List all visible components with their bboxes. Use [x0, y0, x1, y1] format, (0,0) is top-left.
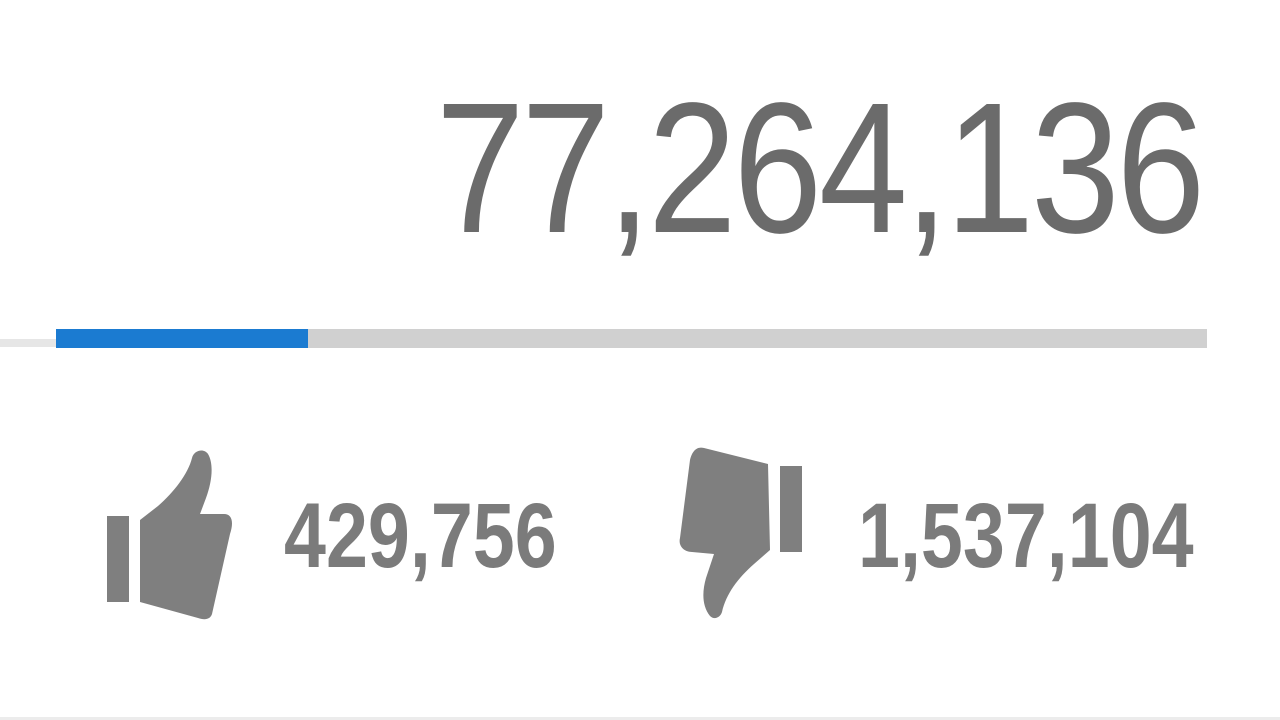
video-stats-panel: 77,264,136 429,756 1,537,104: [0, 0, 1280, 720]
thumbs-down-icon[interactable]: [674, 444, 814, 624]
like-ratio-fill: [56, 329, 309, 348]
dislike-count: 1,537,104: [858, 485, 1194, 587]
thumbs-up-icon[interactable]: [100, 446, 240, 626]
ratio-bar-track-stub: [0, 339, 56, 347]
view-count: 77,264,136: [435, 65, 1206, 272]
like-dislike-ratio-bar: [56, 329, 1207, 348]
like-count: 429,756: [284, 485, 557, 587]
